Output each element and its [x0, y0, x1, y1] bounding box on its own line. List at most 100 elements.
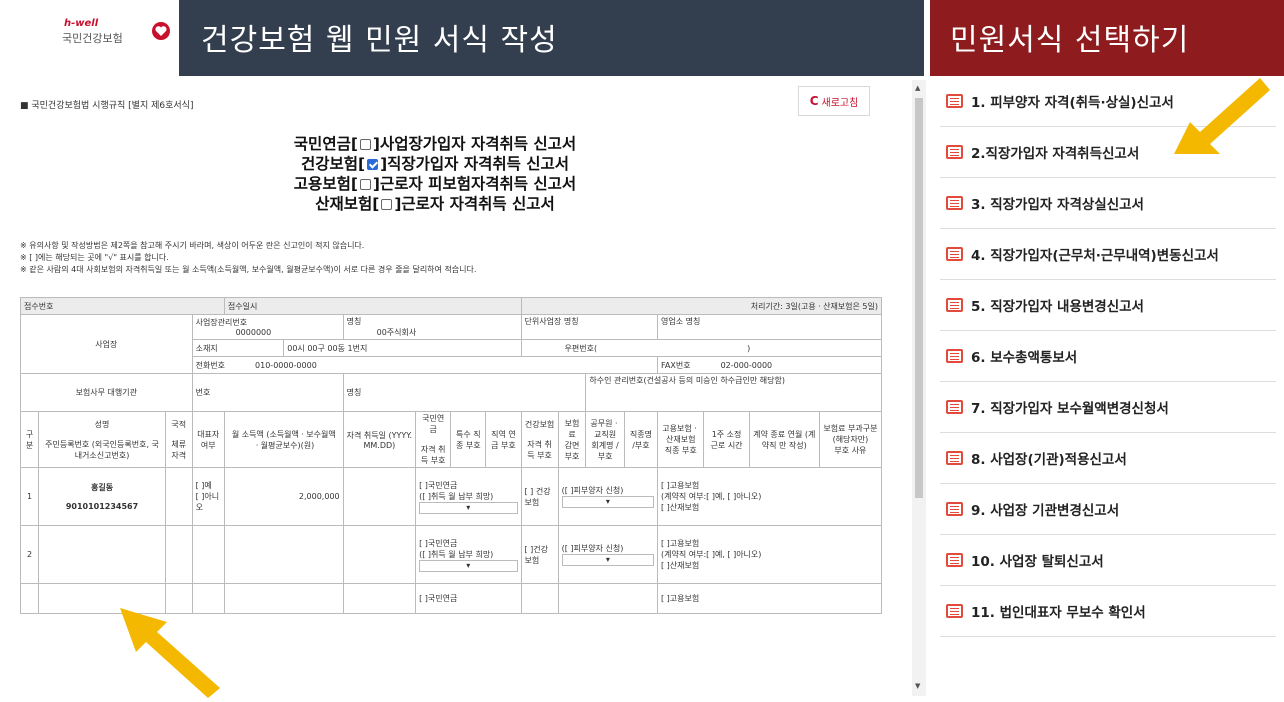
zip-cell[interactable]: 우편번호()	[520, 339, 882, 357]
accident-checkbox[interactable]	[381, 199, 393, 210]
ei-check-cell[interactable]: [ ]고용보험	[657, 583, 882, 614]
page-title: 건강보험 웹 민원 서식 작성	[201, 23, 558, 58]
refresh-button[interactable]: C 새로고침	[798, 86, 870, 116]
menu-item-9[interactable]: 9. 사업장 기관변경신고서	[940, 484, 1276, 535]
col-ei-hours: 1주 소정 근로 시간	[703, 411, 750, 468]
agent-name[interactable]: 명칭	[342, 373, 587, 412]
address-value[interactable]: 00시 00구 00동 1번지	[283, 339, 522, 357]
menu-item-11[interactable]: 11. 법인대표자 무보수 확인서	[940, 586, 1276, 637]
ei-check-cell[interactable]: [ ]고용보험 (계약직 여부:[ ]예, [ ]아니오)[ ]산재보험	[657, 467, 882, 526]
np-check-cell[interactable]: [ ]국민연금([ ]취득 월 납부 희망) ▾	[415, 467, 522, 526]
agent-label: 보험사무 대행기관	[20, 373, 193, 412]
menu-item-5[interactable]: 5. 직장가입자 내용변경신고서	[940, 280, 1276, 331]
person-nat[interactable]	[165, 467, 193, 526]
col-hi: 건강보험 자격 취득 부호	[520, 411, 559, 468]
table-cell[interactable]	[223, 583, 344, 614]
law-reference: ■ 국민건강보험법 시행규칙 [별지 제6호서식]	[20, 101, 194, 111]
np-check-cell[interactable]: [ ]국민연금([ ]취득 월 납부 희망) ▾	[415, 525, 522, 584]
page-title-bar: 건강보험 웹 민원 서식 작성	[179, 0, 924, 76]
person-name-resid[interactable]	[38, 525, 167, 584]
income-value[interactable]	[223, 525, 344, 584]
table-cell[interactable]	[557, 583, 659, 614]
col-nat: 국적 체류 자격	[165, 411, 193, 468]
receipt-no-label: 접수번호	[20, 297, 225, 315]
logo-ko-text: 국민건강보험	[62, 32, 123, 45]
phone-cell[interactable]: 전화번호 010-0000-0000	[191, 356, 659, 374]
document-icon	[946, 553, 963, 567]
menu-item-3[interactable]: 3. 직장가입자 자격상실신고서	[940, 178, 1276, 229]
menu-item-6[interactable]: 6. 보수총액통보서	[940, 331, 1276, 382]
scroll-down-icon[interactable]: ▼	[915, 682, 920, 690]
receipt-row: 접수번호 접수일시 처리기간: 3일(고용ㆍ산재보험은 5일)	[20, 297, 882, 315]
person-nat[interactable]	[165, 525, 193, 584]
col-ei-contract: 계약 종료 연월 (계약직 만 작성)	[748, 411, 820, 468]
form-scrollbar[interactable]: ▲ ▼	[912, 80, 926, 696]
unit-biz-name[interactable]: 단위사업장 명칭	[520, 314, 659, 340]
nhis-logo[interactable]: h-well 국민건강보험	[18, 8, 178, 72]
ei-check-cell[interactable]: [ ]고용보험 (계약직 여부:[ ]예, [ ]아니오)[ ]산재보험	[657, 525, 882, 584]
col-hi-acct: 공무원ㆍ교직원 회계명 /부호	[585, 411, 625, 468]
subcontract-no[interactable]: 하수인 관리번호(건설공사 등의 미승인 하수급인만 해당함)	[585, 373, 882, 412]
employment-checkbox[interactable]	[359, 179, 371, 190]
scroll-thumb[interactable]	[915, 98, 923, 498]
income-value[interactable]: 2,000,000	[223, 467, 344, 526]
pointer-arrow-icon	[1174, 78, 1270, 154]
address-label: 소재지	[191, 339, 285, 357]
branch-name[interactable]: 영업소 명칭	[657, 314, 882, 340]
refresh-label: 새로고침	[821, 97, 859, 109]
hi-dep-cell[interactable]: ([ ]피부양자 신청) ▾	[557, 467, 659, 526]
document-icon	[946, 94, 963, 108]
table-cell[interactable]	[520, 583, 559, 614]
rep-radio[interactable]: [ ]예[ ]아니오	[191, 467, 225, 526]
rep-radio[interactable]	[191, 525, 225, 584]
menu-item-4[interactable]: 4. 직장가입자(근무처·근무내역)변동신고서	[940, 229, 1276, 280]
col-np-job: 특수 직종 부호	[450, 411, 487, 468]
document-icon	[946, 196, 963, 210]
pointer-arrow-icon	[120, 608, 220, 698]
acq-date-input[interactable]	[342, 525, 417, 584]
hi-check[interactable]: [ ] 건강보험	[520, 467, 559, 526]
agent-no[interactable]: 번호	[191, 373, 344, 412]
hi-check[interactable]: [ ]건강보험	[520, 525, 559, 584]
np-select[interactable]: ▾	[419, 501, 518, 514]
col-row-no: 구분	[19, 411, 40, 468]
title-line-health: 건강보험[]직장가입자 자격취득 신고서	[300, 155, 570, 173]
table-cell[interactable]	[19, 583, 40, 614]
hi-select[interactable]: ▾	[561, 496, 655, 508]
col-rep: 대표자 여부	[191, 411, 225, 468]
document-icon	[946, 247, 963, 261]
document-icon	[946, 145, 963, 159]
biz-name-cell[interactable]: 명칭 00주식회사	[342, 314, 522, 340]
document-icon	[946, 451, 963, 465]
biz-mgmt-cell[interactable]: 사업장관리번호 0000000	[191, 314, 344, 340]
note-line: ※ 같은 사람의 4대 사회보험의 자격취득일 또는 월 소득액(소득월액, 보…	[20, 265, 477, 274]
col-np: 국민연금 자격 취득 부호	[415, 411, 452, 468]
col-hi-pos: 직종명 /부호	[623, 411, 659, 468]
processing-period: 처리기간: 3일(고용ㆍ산재보험은 5일)	[520, 297, 882, 315]
menu-item-10[interactable]: 10. 사업장 탈퇴신고서	[940, 535, 1276, 586]
fax-cell[interactable]: FAX번호 02-000-0000	[657, 356, 882, 374]
person-name-resid[interactable]: 홍길동 9010101234567	[38, 467, 167, 526]
note-line: ※ [ ]에는 해당되는 곳에 "√" 표시를 합니다.	[20, 253, 169, 262]
pension-checkbox[interactable]	[359, 139, 371, 150]
menu-item-7[interactable]: 7. 직장가입자 보수월액변경신청서	[940, 382, 1276, 433]
hi-dep-cell[interactable]: ([ ]피부양자 신청) ▾	[557, 525, 659, 584]
registration-table: 접수번호 접수일시 처리기간: 3일(고용ㆍ산재보험은 5일) 사업장 사업장관…	[19, 297, 883, 614]
side-panel-title: 민원서식 선택하기	[950, 23, 1190, 58]
health-checkbox[interactable]	[367, 159, 379, 170]
document-icon	[946, 298, 963, 312]
np-select[interactable]: ▾	[419, 559, 518, 572]
side-panel-header: 민원서식 선택하기	[930, 0, 1284, 76]
logo-en-text: h-well	[64, 18, 99, 29]
acq-date-input[interactable]	[342, 467, 417, 526]
col-name: 성명 주민등록번호 (외국인등록번호, 국내거소신고번호)	[38, 411, 167, 468]
col-header-row: 구분 성명 주민등록번호 (외국인등록번호, 국내거소신고번호) 국적 체류 자격 …	[19, 411, 883, 468]
menu-item-8[interactable]: 8. 사업장(기관)적용신고서	[940, 433, 1276, 484]
title-line-pension: 국민연금[]사업장가입자 자격취득 신고서	[293, 135, 577, 153]
hi-select[interactable]: ▾	[561, 554, 655, 566]
form-notes: ※ 유의사항 및 작성방법은 제2쪽을 참고해 주시기 바라며, 색상이 어두운…	[20, 240, 476, 276]
np-check-cell[interactable]: [ ]국민연금	[415, 583, 522, 614]
scroll-up-icon[interactable]: ▲	[915, 84, 920, 92]
table-cell[interactable]	[342, 583, 417, 614]
form-document: ■ 국민건강보험법 시행규칙 [별지 제6호서식] C 새로고침 국민연금[]사업…	[0, 80, 912, 702]
